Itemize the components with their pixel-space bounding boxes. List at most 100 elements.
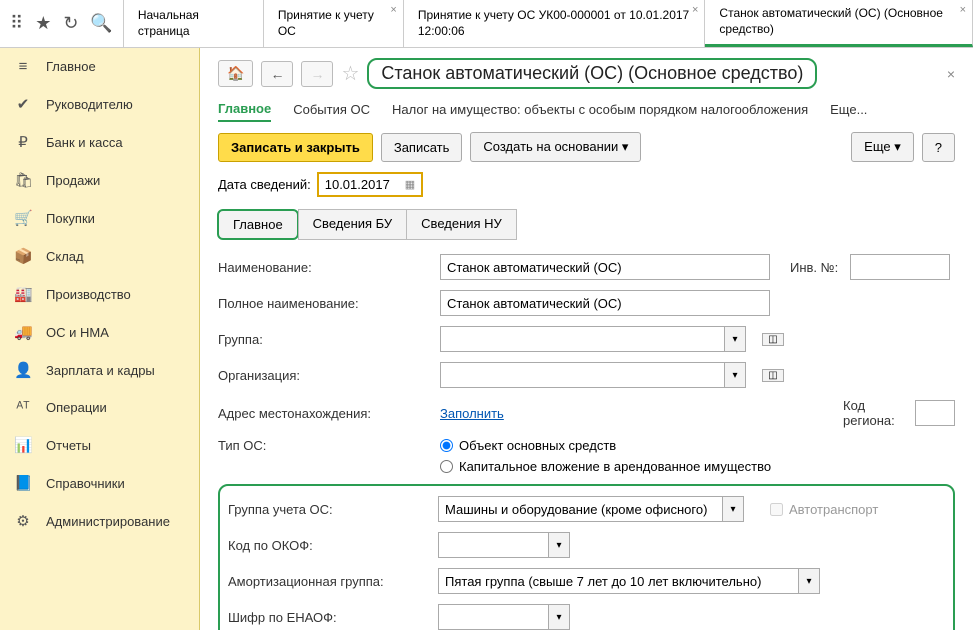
sidebar-item-reports[interactable]: 📊Отчеты [0,426,199,464]
menu-icon: ≡ [14,58,32,75]
page-title: Станок автоматический (ОС) (Основное сре… [367,58,817,89]
history-icon[interactable]: ↻ [63,13,78,34]
sidebar-item-label: Производство [46,287,131,302]
tab-doc1[interactable]: Принятие к учету ОС × [264,0,404,47]
okof-combo[interactable]: ▾ [438,532,570,558]
type-option-capital[interactable]: Капитальное вложение в арендованное имущ… [440,459,771,474]
save-close-button[interactable]: Записать и закрыть [218,133,373,162]
save-button[interactable]: Записать [381,133,463,162]
gear-icon: ⚙ [14,512,32,530]
region-label: Код региона: [843,398,903,428]
close-icon[interactable]: × [947,66,955,82]
calendar-icon[interactable]: ▦ [405,178,415,191]
amort-input[interactable] [438,568,798,594]
help-button[interactable]: ? [922,133,955,162]
sidebar-item-assets[interactable]: 🚚 ОС и НМА [0,313,199,351]
sidebar-item-label: Главное [46,59,96,74]
tab-home[interactable]: Начальная страница [124,0,264,47]
okof-label: Код по ОКОФ: [228,538,426,553]
ruble-icon: ₽ [14,133,32,151]
inv-input[interactable] [850,254,950,280]
radio-asset[interactable] [440,439,453,452]
auto-checkbox[interactable]: Автотранспорт [770,502,878,517]
open-icon[interactable]: ◫ [762,333,784,346]
enaof-input[interactable] [438,604,548,630]
type-label: Тип ОС: [218,438,428,453]
chevron-down-icon[interactable]: ▾ [548,532,570,558]
sidebar-item-manager[interactable]: ✔Руководителю [0,85,199,123]
amort-combo[interactable]: ▾ [438,568,820,594]
favorite-icon[interactable]: ★ [35,13,51,34]
close-icon[interactable]: × [692,4,698,16]
auto-check [770,503,783,516]
home-button[interactable]: 🏠 [218,60,253,87]
truck-icon: 🚚 [14,323,32,341]
sidebar-item-label: Банк и касса [46,135,123,150]
apps-icon[interactable]: ⠿ [10,13,23,34]
view-tab-events[interactable]: События ОС [293,98,370,121]
sidebar-item-ops[interactable]: ᴬᵀОперации [0,389,199,426]
sidebar-item-refs[interactable]: 📘Справочники [0,464,199,502]
sidebar-item-label: Покупки [46,211,95,226]
accgroup-combo[interactable]: ▾ [438,496,744,522]
tab-active[interactable]: Станок автоматический (ОС) (Основное сре… [705,0,973,47]
star-icon[interactable]: ☆ [341,61,359,86]
tab-label: Принятие к учету ОС УК00-000001 от 10.01… [418,8,691,39]
okof-input[interactable] [438,532,548,558]
name-input[interactable] [440,254,770,280]
view-tab-tax[interactable]: Налог на имущество: объекты с особым пор… [392,98,808,121]
close-icon[interactable]: × [390,4,396,16]
sidebar-item-production[interactable]: 🏭 Производство [0,275,199,313]
group-input[interactable] [440,326,724,352]
group-combo[interactable]: ▾ [440,326,746,352]
tab-doc2[interactable]: Принятие к учету ОС УК00-000001 от 10.01… [404,0,706,47]
sidebar-item-sales[interactable]: 🛍Продажи [0,161,199,199]
chevron-down-icon[interactable]: ▾ [722,496,744,522]
chevron-down-icon[interactable]: ▾ [724,326,746,352]
check-icon: ✔ [14,95,32,113]
view-tabs: Главное События ОС Налог на имущество: о… [218,97,955,122]
radio-label: Объект основных средств [459,438,616,453]
sub-tab-bu[interactable]: Сведения БУ [298,209,408,240]
accgroup-input[interactable] [438,496,722,522]
sidebar-item-admin[interactable]: ⚙Администрирование [0,502,199,540]
auto-label: Автотранспорт [789,502,878,517]
enaof-combo[interactable]: ▾ [438,604,570,630]
sidebar-item-label: ОС и НМА [46,325,109,340]
sub-tab-main[interactable]: Главное [217,209,299,240]
fill-link[interactable]: Заполнить [440,406,504,421]
view-tab-more[interactable]: Еще... [830,98,867,121]
chevron-down-icon[interactable]: ▾ [548,604,570,630]
sidebar-item-label: Зарплата и кадры [46,363,155,378]
top-toolbar: ⠿ ★ ↻ 🔍 Начальная страница Принятие к уч… [0,0,973,48]
radio-capital[interactable] [440,460,453,473]
view-tab-main[interactable]: Главное [218,97,271,122]
sidebar-item-main[interactable]: ≡ Главное [0,48,199,85]
close-icon[interactable]: × [960,4,966,16]
date-input[interactable] [325,177,399,192]
forward-button[interactable]: → [301,61,333,87]
org-combo[interactable]: ▾ [440,362,746,388]
more-button[interactable]: Еще ▾ [851,132,914,162]
chevron-down-icon[interactable]: ▾ [798,568,820,594]
factory-icon: 🏭 [14,285,32,303]
create-based-button[interactable]: Создать на основании ▾ [470,132,641,162]
type-option-asset[interactable]: Объект основных средств [440,438,771,453]
sidebar-item-purchases[interactable]: 🛒Покупки [0,199,199,237]
fullname-input[interactable] [440,290,770,316]
sidebar-item-hr[interactable]: 👤Зарплата и кадры [0,351,199,389]
date-field[interactable]: ▦ [317,172,423,197]
type-radio-group: Объект основных средств Капитальное влож… [440,438,771,474]
inv-label: Инв. №: [790,260,838,275]
sidebar-item-stock[interactable]: 📦Склад [0,237,199,275]
sidebar-item-bank[interactable]: ₽ Банк и касса [0,123,199,161]
search-icon[interactable]: 🔍 [90,13,112,34]
sub-tab-nu[interactable]: Сведения НУ [406,209,517,240]
open-icon[interactable]: ◫ [762,369,784,382]
org-input[interactable] [440,362,724,388]
chevron-down-icon[interactable]: ▾ [724,362,746,388]
top-icon-group: ⠿ ★ ↻ 🔍 [0,0,124,47]
back-button[interactable]: ← [261,61,293,87]
region-input[interactable] [915,400,955,426]
action-bar: Записать и закрыть Записать Создать на о… [218,132,955,162]
